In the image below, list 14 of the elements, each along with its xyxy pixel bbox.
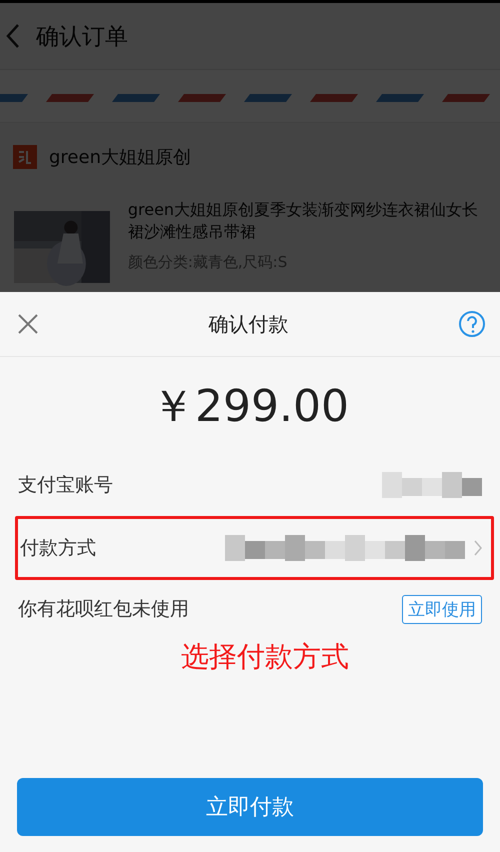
row-label: 支付宝账号 [18,473,113,498]
help-icon[interactable] [458,310,486,338]
payment-amount: ￥299.00 [150,380,350,434]
coupon-notice: 你有花呗红包未使用 [18,597,189,622]
product-title: green大姐姐原创夏季女装渐变网纱连衣裙仙女长裙沙滩性感吊带裙 [128,199,480,243]
chevron-icon[interactable] [473,539,483,557]
row-label: 付款方式 [20,536,96,561]
annotation-text: 选择付款方式 [180,639,350,675]
close-icon[interactable] [17,313,39,335]
pay-now-button[interactable]: 立即付款 [17,778,483,836]
use-now-button[interactable]: 立即使用 [402,594,482,624]
page-title: 确认订单 [36,22,128,52]
shop-name: green大姐姐原创 [49,146,191,169]
sheet-title: 确认付款 [208,310,288,338]
